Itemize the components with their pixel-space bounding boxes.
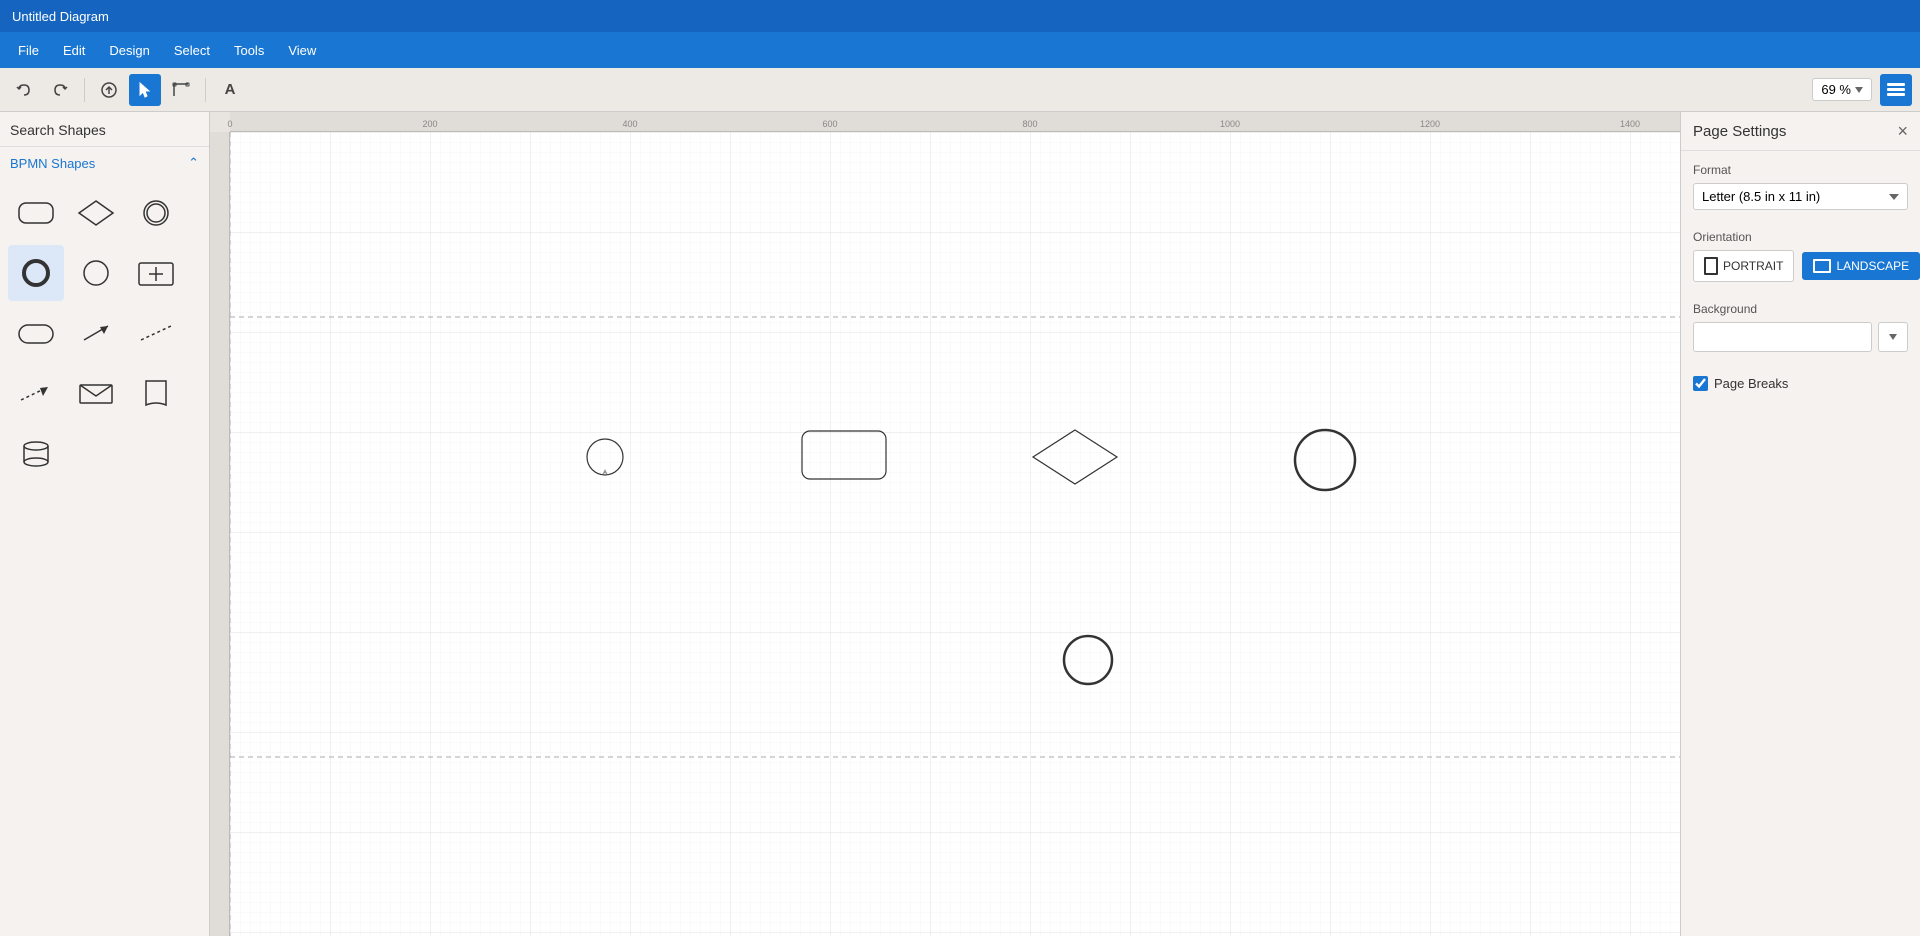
canvas-shape-small-circle[interactable] bbox=[585, 437, 625, 477]
landscape-button[interactable]: LANDSCAPE bbox=[1802, 252, 1920, 280]
page-breaks-label: Page Breaks bbox=[1714, 376, 1788, 391]
portrait-label: PORTRAIT bbox=[1723, 259, 1783, 273]
shape-double-circle[interactable] bbox=[128, 185, 184, 241]
menu-view[interactable]: View bbox=[278, 39, 326, 62]
format-label: Format bbox=[1693, 163, 1908, 177]
shape-rounded-rect[interactable] bbox=[8, 185, 64, 241]
panel-header: Page Settings × bbox=[1681, 112, 1920, 151]
panel-title: Page Settings bbox=[1693, 123, 1786, 140]
shape-rounded-rect-2[interactable] bbox=[8, 305, 64, 361]
titlebar: Untitled Diagram bbox=[0, 0, 1920, 32]
shape-dotted-line[interactable] bbox=[128, 305, 184, 361]
ruler-left bbox=[210, 132, 230, 936]
shape-document[interactable] bbox=[128, 365, 184, 421]
canvas-shape-rounded-rect[interactable] bbox=[800, 429, 890, 483]
format-select[interactable]: Letter (8.5 in x 11 in) A4 (8.27 in x 11… bbox=[1693, 183, 1908, 210]
background-color-input[interactable] bbox=[1693, 322, 1872, 352]
dropdown-chevron bbox=[1889, 334, 1897, 340]
ruler-top: 0 200 400 600 800 1000 1200 1400 bbox=[230, 112, 1680, 132]
shape-thick-circle[interactable] bbox=[8, 245, 64, 301]
shapes-section-header[interactable]: BPMN Shapes ⌃ bbox=[0, 147, 209, 179]
select-tool-button[interactable] bbox=[129, 74, 161, 106]
toolbar-right: 69 % bbox=[1812, 74, 1912, 106]
panel-background-section: Background bbox=[1681, 290, 1920, 360]
ruler-tick-1000: 1000 bbox=[1220, 119, 1240, 131]
panel-format-section: Format Letter (8.5 in x 11 in) A4 (8.27 … bbox=[1681, 151, 1920, 218]
menu-design[interactable]: Design bbox=[99, 39, 159, 62]
separator-1 bbox=[84, 78, 85, 102]
ruler-tick-200: 200 bbox=[422, 119, 437, 131]
menu-tools[interactable]: Tools bbox=[224, 39, 274, 62]
orientation-row: PORTRAIT LANDSCAPE bbox=[1693, 250, 1908, 282]
redo-button[interactable] bbox=[44, 74, 76, 106]
orientation-label: Orientation bbox=[1693, 230, 1908, 244]
background-label: Background bbox=[1693, 302, 1908, 316]
shapes-grid bbox=[0, 179, 209, 487]
background-row bbox=[1693, 322, 1908, 352]
menu-file[interactable]: File bbox=[8, 39, 49, 62]
zoom-control[interactable]: 69 % bbox=[1812, 78, 1872, 101]
shape-diagonal-arrow[interactable] bbox=[68, 305, 124, 361]
right-panel: Page Settings × Format Letter (8.5 in x … bbox=[1680, 112, 1920, 936]
panel-pagebreaks-section: Page Breaks bbox=[1681, 360, 1920, 403]
background-dropdown[interactable] bbox=[1878, 322, 1908, 352]
shape-cylinder[interactable] bbox=[8, 425, 64, 481]
menubar: File Edit Design Select Tools View bbox=[0, 32, 1920, 68]
ruler-tick-1200: 1200 bbox=[1420, 119, 1440, 131]
zoom-chevron bbox=[1855, 87, 1863, 93]
ruler-tick-600: 600 bbox=[822, 119, 837, 131]
menu-edit[interactable]: Edit bbox=[53, 39, 95, 62]
undo-button[interactable] bbox=[8, 74, 40, 106]
panel-orientation-section: Orientation PORTRAIT LANDSCAPE bbox=[1681, 218, 1920, 290]
portrait-button[interactable]: PORTRAIT bbox=[1693, 250, 1794, 282]
section-collapse-icon: ⌃ bbox=[188, 155, 199, 171]
hand-tool-button[interactable] bbox=[93, 74, 125, 106]
page-breaks-checkbox[interactable] bbox=[1693, 376, 1708, 391]
ruler-tick-1400: 1400 bbox=[1620, 119, 1640, 131]
format-panel-button[interactable] bbox=[1880, 74, 1912, 106]
landscape-icon bbox=[1813, 259, 1831, 273]
shape-diamond[interactable] bbox=[68, 185, 124, 241]
ruler-tick-0: 0 bbox=[227, 119, 232, 131]
sidebar: Search Shapes BPMN Shapes ⌃ bbox=[0, 112, 210, 936]
search-shapes-label[interactable]: Search Shapes bbox=[0, 112, 209, 147]
page-breaks-row: Page Breaks bbox=[1693, 372, 1908, 395]
shape-envelope[interactable] bbox=[68, 365, 124, 421]
canvas-shape-large-circle[interactable] bbox=[1292, 427, 1358, 493]
text-tool-button[interactable]: A bbox=[214, 74, 246, 106]
portrait-icon bbox=[1704, 257, 1718, 275]
ruler-tick-800: 800 bbox=[1022, 119, 1037, 131]
panel-close-button[interactable]: × bbox=[1897, 122, 1908, 140]
waypoint-button[interactable] bbox=[165, 74, 197, 106]
format-panel-icon bbox=[1886, 82, 1906, 98]
canvas-shape-diamond[interactable] bbox=[1030, 427, 1120, 487]
canvas-container[interactable]: 0 200 400 600 800 1000 1200 1400 bbox=[210, 112, 1680, 936]
shape-rect-plus[interactable] bbox=[128, 245, 184, 301]
main-layout: Search Shapes BPMN Shapes ⌃ bbox=[0, 112, 1920, 936]
canvas-shape-medium-circle[interactable] bbox=[1060, 632, 1116, 688]
ruler-tick-400: 400 bbox=[622, 119, 637, 131]
zoom-value: 69 % bbox=[1821, 82, 1851, 97]
app-title: Untitled Diagram bbox=[12, 9, 109, 24]
menu-select[interactable]: Select bbox=[164, 39, 220, 62]
canvas-grid bbox=[230, 132, 1680, 936]
toolbar: A 69 % bbox=[0, 68, 1920, 112]
shape-thin-circle[interactable] bbox=[68, 245, 124, 301]
landscape-label: LANDSCAPE bbox=[1836, 259, 1909, 273]
separator-2 bbox=[205, 78, 206, 102]
canvas[interactable] bbox=[230, 132, 1680, 936]
shape-dotted-arrow[interactable] bbox=[8, 365, 64, 421]
shapes-section-label: BPMN Shapes bbox=[10, 156, 95, 171]
